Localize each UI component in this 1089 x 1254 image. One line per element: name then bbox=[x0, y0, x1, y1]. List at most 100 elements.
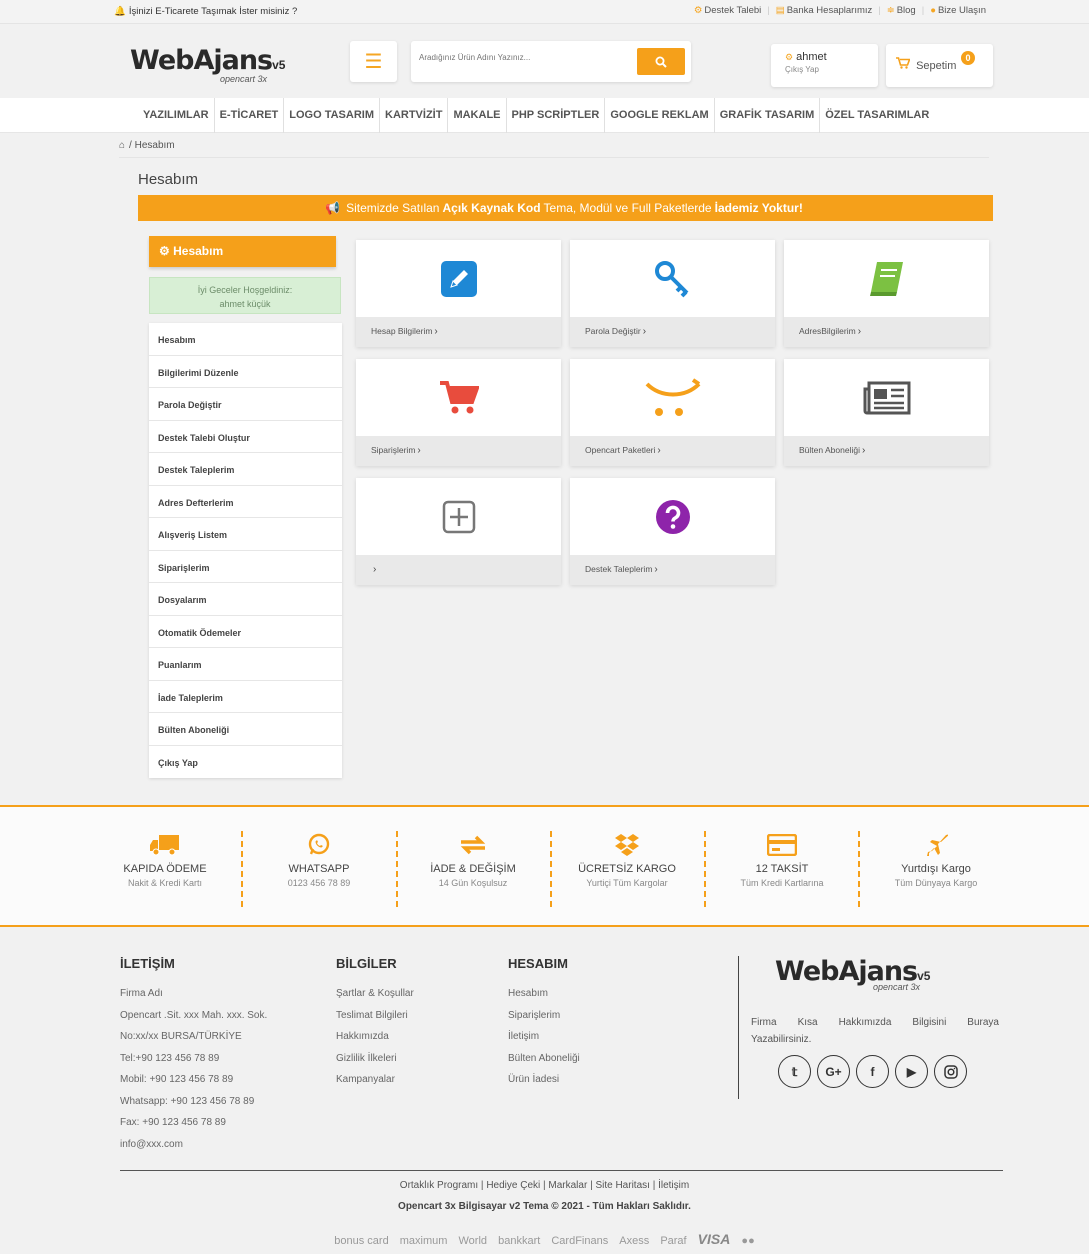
google-plus-icon[interactable]: G+ bbox=[817, 1055, 850, 1088]
nav-item-makale[interactable]: MAKALE bbox=[448, 98, 507, 133]
gears-icon: ⚙ bbox=[785, 52, 794, 62]
footer-divider bbox=[120, 1170, 1003, 1171]
tile-addresses[interactable]: AdresBilgilerim › bbox=[784, 240, 989, 347]
sidebar-item-edit-info[interactable]: Bilgilerimi Düzenle bbox=[149, 356, 342, 388]
footer-logo[interactable]: WebAjansv5 opencart 3x bbox=[775, 956, 930, 992]
account-name: ahmet bbox=[796, 51, 827, 63]
tile-opencart-packages[interactable]: Opencart Paketleri › bbox=[570, 359, 775, 466]
footer-link[interactable]: Bülten Aboneliği bbox=[508, 1053, 580, 1075]
opencart-icon bbox=[570, 359, 775, 436]
sidebar-title: ⚙ Hesabım bbox=[149, 236, 336, 267]
page-title: Hesabım bbox=[138, 171, 199, 188]
social-links: 𝕥 G+ f ▶ bbox=[778, 1055, 967, 1088]
gears-icon: ⚙ bbox=[159, 244, 170, 258]
tile-account-info[interactable]: Hesap Bilgilerim › bbox=[356, 240, 561, 347]
link-support[interactable]: ⚙ Destek Talebi bbox=[694, 5, 761, 16]
credit-card-icon bbox=[705, 831, 859, 859]
cart-button[interactable]: Sepetim 0 bbox=[886, 44, 993, 87]
footer-account: HESABIM Hesabım Siparişlerim İletişim Bü… bbox=[508, 956, 580, 1096]
footer-link[interactable]: Teslimat Bilgileri bbox=[336, 1010, 414, 1032]
top-links: ⚙ Destek Talebi | ▤ Banka Hesaplarımız | ≑… bbox=[694, 5, 986, 16]
feature-installments: 12 TAKSİT Tüm Kredi Kartlarına bbox=[705, 831, 859, 907]
nav-item-kartvizit[interactable]: KARTVİZİT bbox=[380, 98, 449, 133]
sidebar-item-address-book[interactable]: Adres Defterlerim bbox=[149, 486, 342, 518]
twitter-icon[interactable]: 𝕥 bbox=[778, 1055, 811, 1088]
chevron-right-icon: › bbox=[417, 445, 421, 456]
search-icon bbox=[655, 56, 667, 68]
sidebar-item-points[interactable]: Puanlarım bbox=[149, 648, 342, 681]
tile-support-tickets[interactable]: Destek Taleplerim › bbox=[570, 478, 775, 585]
divider: | bbox=[767, 5, 770, 16]
cardfinans-logo: CardFinans bbox=[551, 1235, 609, 1247]
nav-item-php-scriptler[interactable]: PHP SCRİPTLER bbox=[507, 98, 606, 133]
paraf-logo: Paraf bbox=[660, 1235, 687, 1247]
mastercard-icon: ●● bbox=[741, 1235, 755, 1247]
question-icon bbox=[570, 478, 775, 555]
feature-free-shipping: ÜCRETSİZ KARGO Yurtiçi Tüm Kargolar bbox=[550, 831, 704, 907]
sidebar-item-change-password[interactable]: Parola Değiştir bbox=[149, 388, 342, 421]
youtube-icon[interactable]: ▶ bbox=[895, 1055, 928, 1088]
feature-return-exchange: İADE & DEĞİŞİM 14 Gün Koşulsuz bbox=[396, 831, 550, 907]
footer-link[interactable]: Hesabım bbox=[508, 988, 580, 1010]
key-icon bbox=[570, 240, 775, 317]
feature-whatsapp: WHATSAPP 0123 456 78 89 bbox=[242, 831, 396, 907]
main-nav: YAZILIMLAR E-TİCARET LOGO TASARIM KARTVİ… bbox=[0, 98, 1089, 133]
home-icon[interactable]: ⌂ bbox=[119, 140, 125, 151]
nav-item-yazilimlar[interactable]: YAZILIMLAR bbox=[138, 98, 215, 133]
link-blog[interactable]: ≑ Blog bbox=[887, 5, 916, 16]
cart-count-badge: 0 bbox=[961, 51, 975, 65]
footer-link[interactable]: Gizlilik İlkeleri bbox=[336, 1053, 414, 1075]
footer-link[interactable]: Şartlar & Koşullar bbox=[336, 988, 414, 1010]
sidebar-item-newsletter[interactable]: Bülten Aboneliği bbox=[149, 713, 342, 746]
sidebar-item-logout[interactable]: Çıkış Yap bbox=[149, 746, 342, 779]
edit-icon bbox=[356, 240, 561, 317]
tile-newsletter[interactable]: Bülten Aboneliği › bbox=[784, 359, 989, 466]
chevron-right-icon: › bbox=[434, 326, 438, 337]
bankkart-logo: bankkart bbox=[498, 1235, 541, 1247]
nav-item-eticaret[interactable]: E-TİCARET bbox=[215, 98, 285, 133]
promo-text[interactable]: 🔔 İşinizi E-Ticarete Taşımak İster misini… bbox=[114, 6, 297, 17]
instagram-icon[interactable] bbox=[934, 1055, 967, 1088]
sidebar-item-wishlist[interactable]: Alışveriş Listem bbox=[149, 518, 342, 551]
features-strip: KAPIDA ÖDEME Nakit & Kredi Kartı WHATSAP… bbox=[0, 805, 1089, 927]
footer-bottom-links: Ortaklık Programı | Hediye Çeki | Markal… bbox=[399, 1180, 690, 1191]
breadcrumb-current[interactable]: Hesabım bbox=[135, 140, 175, 151]
sidebar-item-hesabim[interactable]: Hesabım bbox=[149, 323, 342, 356]
sidebar-item-downloads[interactable]: Dosyalarım bbox=[149, 583, 342, 616]
chevron-right-icon: › bbox=[654, 564, 658, 575]
nav-item-grafik-tasarim[interactable]: GRAFİK TASARIM bbox=[715, 98, 821, 133]
footer-link[interactable]: Siparişlerim bbox=[508, 1010, 580, 1032]
tile-empty[interactable]: › bbox=[356, 478, 561, 585]
tile-change-password[interactable]: Parola Değiştir › bbox=[570, 240, 775, 347]
search-button[interactable] bbox=[637, 48, 685, 75]
footer-link[interactable]: İletişim bbox=[508, 1031, 580, 1053]
maximum-logo: maximum bbox=[399, 1235, 448, 1247]
facebook-icon[interactable]: f bbox=[856, 1055, 889, 1088]
search-input[interactable] bbox=[419, 53, 629, 62]
tile-orders[interactable]: Siparişlerim › bbox=[356, 359, 561, 466]
chevron-right-icon: › bbox=[373, 564, 377, 575]
hamburger-menu-button[interactable]: ☰ bbox=[350, 41, 397, 82]
site-logo[interactable]: WebAjansv5 opencart 3x bbox=[130, 45, 290, 87]
nav-item-google-reklam[interactable]: GOOGLE REKLAM bbox=[605, 98, 715, 133]
axess-logo: Axess bbox=[619, 1235, 650, 1247]
sidebar-item-create-ticket[interactable]: Destek Talebi Oluştur bbox=[149, 421, 342, 453]
footer-info: BİLGİLER Şartlar & Koşullar Teslimat Bil… bbox=[336, 956, 414, 1096]
nav-item-ozel-tasarimlar[interactable]: ÖZEL TASARIMLAR bbox=[820, 98, 934, 133]
sidebar-item-returns[interactable]: İade Taleplerim bbox=[149, 681, 342, 713]
bullhorn-icon: 📢 bbox=[325, 201, 341, 215]
account-box[interactable]: ⚙ ahmet Çıkış Yap bbox=[771, 44, 878, 87]
sidebar-item-recurring[interactable]: Otomatik Ödemeler bbox=[149, 616, 342, 648]
footer-link[interactable]: Hakkımızda bbox=[336, 1031, 414, 1053]
sidebar-item-orders[interactable]: Siparişlerim bbox=[149, 551, 342, 583]
link-bank-accounts[interactable]: ▤ Banka Hesaplarımız bbox=[776, 5, 873, 16]
sidebar-item-tickets[interactable]: Destek Taleplerim bbox=[149, 453, 342, 486]
account-sidebar-menu: Hesabım Bilgilerimi Düzenle Parola Değiş… bbox=[149, 323, 342, 778]
nav-item-logo-tasarim[interactable]: LOGO TASARIM bbox=[284, 98, 380, 133]
footer-link[interactable]: Ürün İadesi bbox=[508, 1074, 580, 1096]
logout-link[interactable]: Çıkış Yap bbox=[785, 65, 864, 74]
cart-label: Sepetim bbox=[916, 60, 957, 72]
link-contact[interactable]: ● Bize Ulaşın bbox=[930, 5, 986, 16]
footer-link[interactable]: Kampanyalar bbox=[336, 1074, 414, 1096]
footer-about-text: Firma Kısa Hakkımızda Bilgisini Buraya Y… bbox=[751, 1017, 999, 1045]
